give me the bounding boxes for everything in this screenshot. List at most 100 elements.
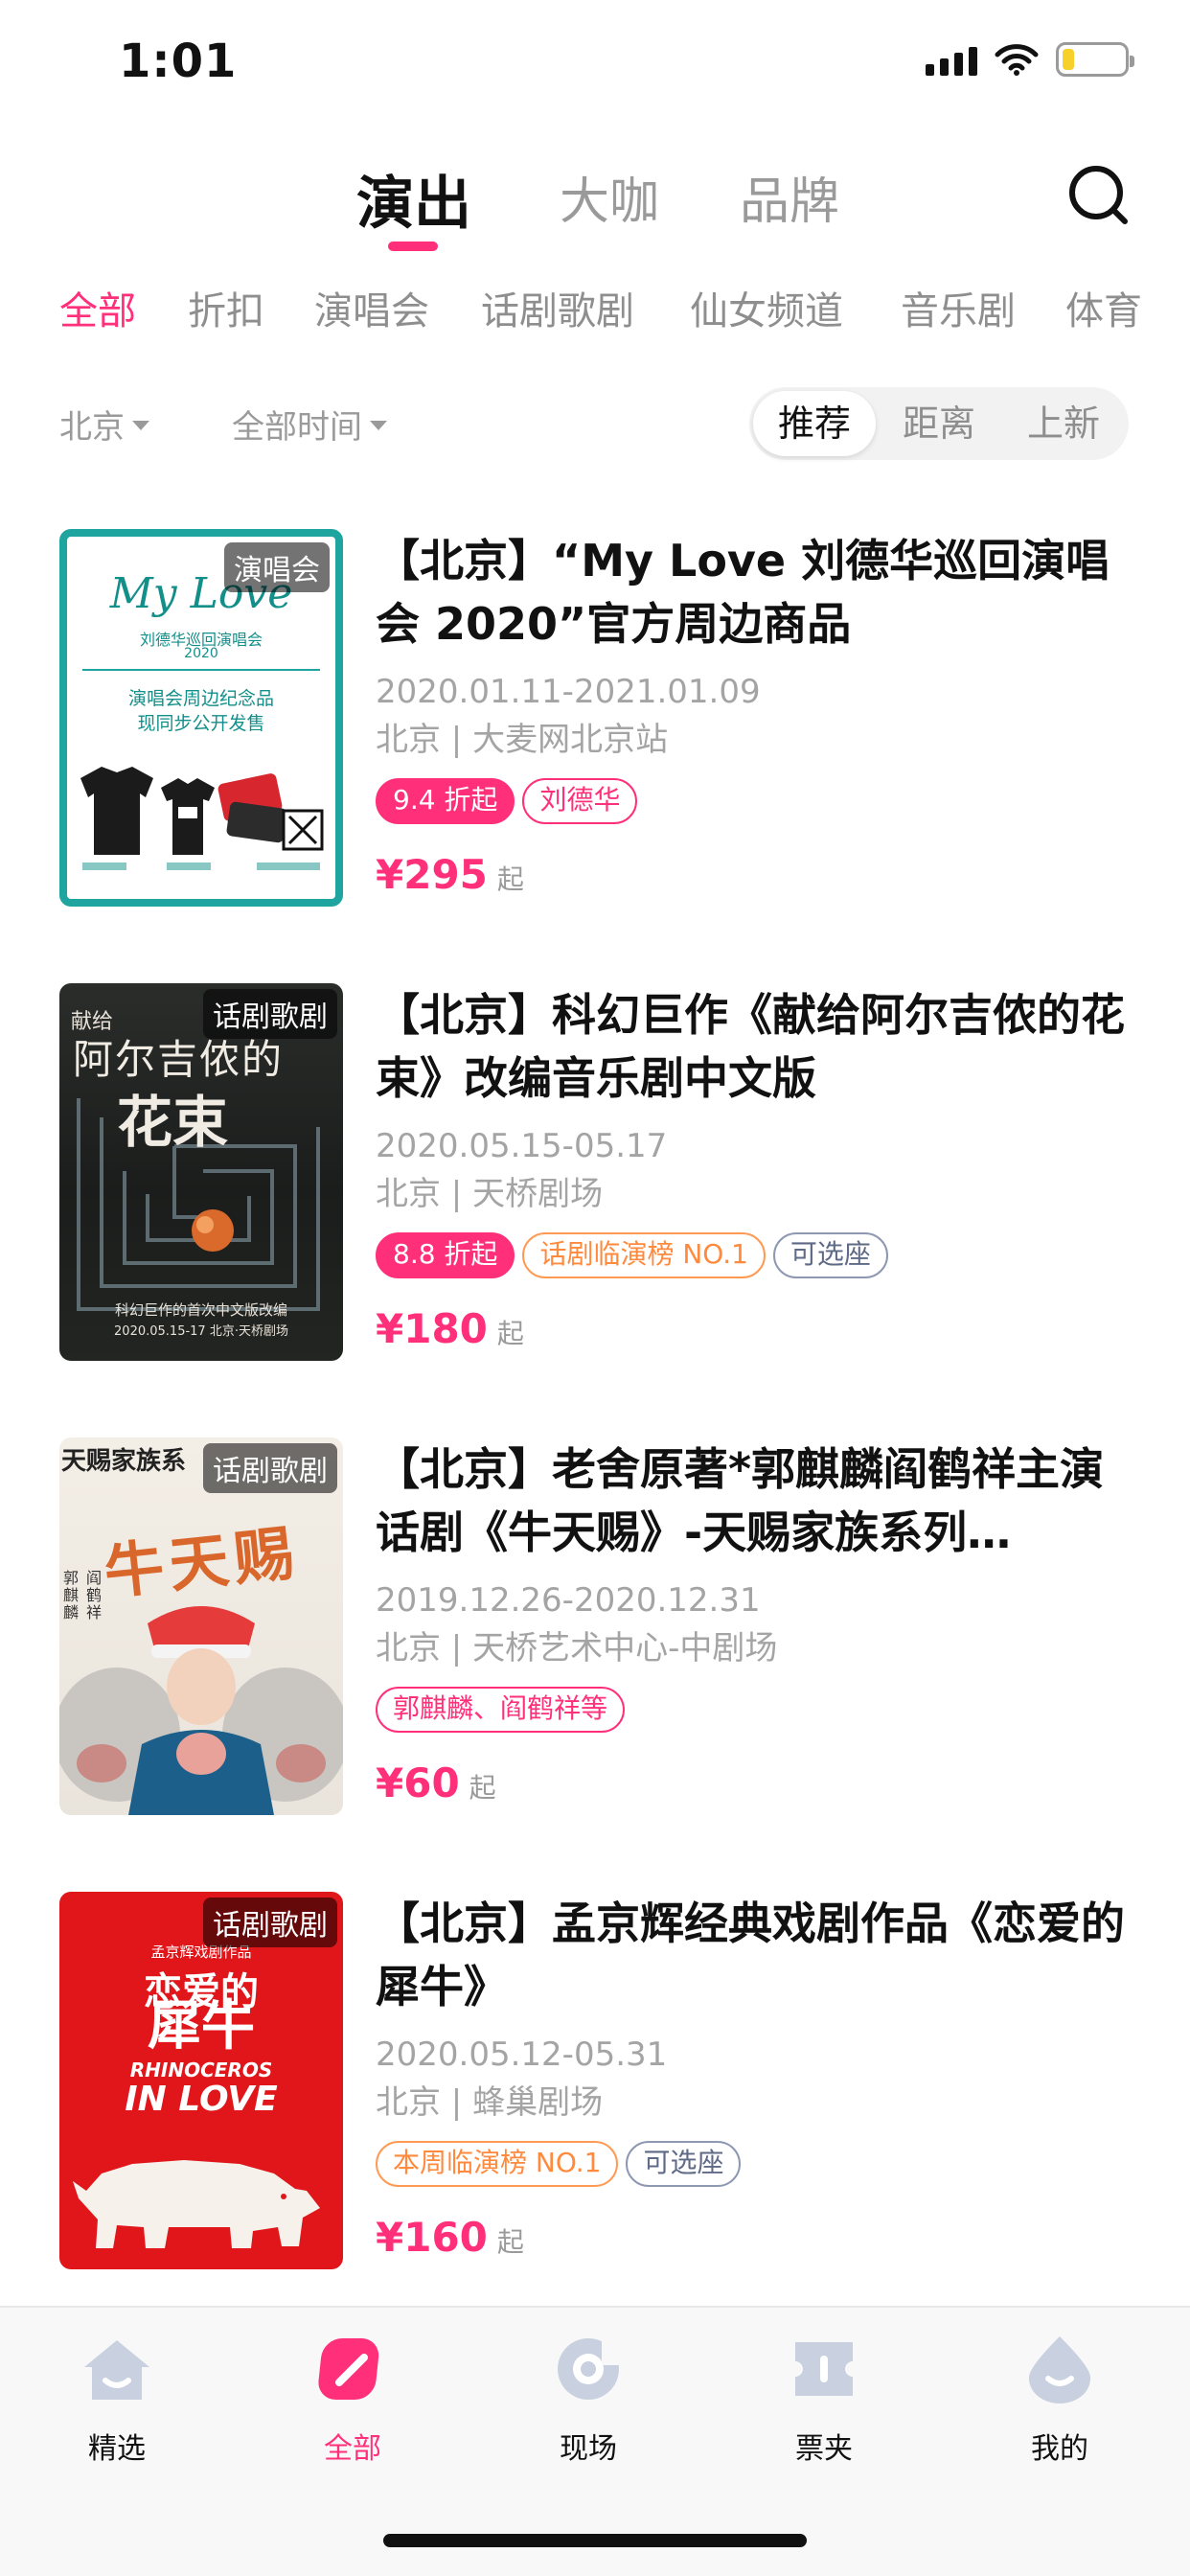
event-info: 【北京】老舍原著*郭麒麟阎鹤祥主演话剧《牛天赐》-天赐家族系列… 2019.12… (376, 1438, 1133, 1806)
price-unit: 起 (496, 1318, 524, 1349)
poster-category-tag: 话剧歌剧 (203, 1898, 337, 1947)
active-tab-indicator (388, 242, 438, 251)
event-card[interactable]: My Love 刘德华巡回演唱会 2020 演唱会周边纪念品 现同步公开发售 演… (59, 529, 1133, 912)
nav-label: 我的 (1031, 2432, 1088, 2466)
event-venue: 北京 | 天桥剧场 (376, 1175, 604, 1213)
city-filter-label: 北京 (59, 408, 125, 447)
event-card[interactable]: 天赐家族系 牛天赐 郭麒麟 阎鹤祥 话剧歌剧 【北京】老舍原著*郭麒麟阎鹤祥主演… (59, 1438, 1133, 1821)
nav-all[interactable]: 全部 (276, 2331, 429, 2467)
price-row: ¥295 起 (376, 851, 1133, 898)
chevron-down-icon (370, 420, 387, 430)
nav-label: 票夹 (795, 2432, 853, 2466)
poster-line: 天赐家族系 (61, 1447, 187, 1476)
time-filter-label: 全部时间 (232, 408, 362, 447)
signal-icon (926, 43, 977, 76)
event-title[interactable]: 【北京】老舍原著*郭麒麟阎鹤祥主演话剧《牛天赐》-天赐家族系列… (376, 1438, 1133, 1564)
discount-badge: 8.8 折起 (376, 1232, 515, 1278)
event-card[interactable]: 孟京辉戏剧作品 恋爱的 犀牛 RHINOCEROS IN LOVE 话剧歌剧 【… (59, 1892, 1133, 2275)
category-sports[interactable]: 体育 (1065, 280, 1142, 335)
event-date: 2020.05.15-05.17 (376, 1127, 668, 1165)
event-price: ¥295 (376, 851, 488, 898)
category-concert[interactable]: 演唱会 (314, 280, 429, 335)
time-filter[interactable]: 全部时间 (232, 401, 387, 448)
event-title[interactable]: 【北京】科幻巨作《献给阿尔吉侬的花束》改编音乐剧中文版 (376, 983, 1133, 1110)
sort-segmented-control: 推荐 距离 上新 (749, 387, 1129, 460)
poster-line: IN LOVE (125, 2080, 278, 2119)
event-info: 【北京】“My Love 刘德华巡回演唱会 2020”官方周边商品 2020.0… (376, 529, 1133, 898)
seat-selection-badge: 可选座 (626, 2141, 742, 2187)
artist-badge: 郭麒麟、阎鹤祥等 (376, 1687, 626, 1733)
event-venue: 北京 | 蜂巢剧场 (376, 2083, 604, 2122)
tab-stars[interactable]: 大咖 (560, 161, 659, 233)
event-title[interactable]: 【北京】孟京辉经典戏剧作品《恋爱的犀牛》 (376, 1892, 1133, 2018)
event-title[interactable]: 【北京】“My Love 刘德华巡回演唱会 2020”官方周边商品 (376, 529, 1133, 656)
event-poster: My Love 刘德华巡回演唱会 2020 演唱会周边纪念品 现同步公开发售 演… (59, 529, 343, 907)
price-row: ¥180 起 (376, 1305, 1133, 1352)
nav-profile[interactable]: 我的 (983, 2331, 1136, 2467)
poster-line: RHINOCEROS (129, 2058, 273, 2082)
event-info: 【北京】科幻巨作《献给阿尔吉侬的花束》改编音乐剧中文版 2020.05.15-0… (376, 983, 1133, 1352)
event-badges: 郭麒麟、阎鹤祥等 (376, 1687, 1133, 1735)
tab-performance[interactable]: 演出 (356, 157, 471, 241)
sort-recommended[interactable]: 推荐 (753, 391, 876, 456)
ranking-badge: 本周临演榜 NO.1 (376, 2141, 619, 2187)
price-unit: 起 (496, 863, 524, 895)
event-price: ¥180 (376, 1305, 488, 1352)
price-row: ¥60 起 (376, 1760, 1133, 1806)
nav-featured[interactable]: 精选 (40, 2331, 194, 2467)
status-icons (926, 42, 1134, 77)
event-card[interactable]: 献给 阿尔吉侬的 花束 科幻巨作的首次中文版改编 2020.05.15-17 北… (59, 983, 1133, 1367)
search-button[interactable] (1064, 161, 1133, 230)
sort-newest[interactable]: 上新 (1002, 391, 1125, 456)
artist-badge: 刘德华 (522, 778, 638, 824)
tab-brand[interactable]: 品牌 (740, 161, 839, 233)
live-icon (558, 2338, 623, 2400)
chevron-down-icon (132, 420, 149, 430)
sort-distance[interactable]: 距离 (878, 391, 1000, 456)
search-icon (1069, 166, 1128, 224)
battery-icon (1056, 42, 1134, 77)
poster-line: 2020.05.15-17 北京·天桥剧场 (114, 1324, 288, 1339)
poster-line: 现同步公开发售 (137, 713, 265, 734)
category-fairy-channel[interactable]: 仙女频道 (690, 280, 843, 335)
filter-row: 北京 全部时间 推荐 距离 上新 (0, 383, 1190, 464)
battery-level (1063, 49, 1075, 70)
city-filter[interactable]: 北京 (59, 401, 149, 448)
category-musical[interactable]: 音乐剧 (901, 280, 1016, 335)
poster-title: 花束 (117, 1090, 229, 1155)
category-all[interactable]: 全部 (59, 280, 136, 335)
event-venue: 北京 | 大麦网北京站 (376, 721, 669, 759)
event-poster: 献给 阿尔吉侬的 花束 科幻巨作的首次中文版改编 2020.05.15-17 北… (59, 983, 343, 1361)
profile-icon (1028, 2336, 1091, 2404)
category-drama-opera[interactable]: 话剧歌剧 (481, 280, 634, 335)
poster-category-tag: 演唱会 (224, 542, 330, 592)
poster-title: 犀牛 (148, 1995, 255, 2058)
poster-category-tag: 话剧歌剧 (203, 989, 337, 1039)
price-row: ¥160 起 (376, 2214, 1133, 2261)
nav-label: 全部 (324, 2432, 381, 2466)
event-poster: 天赐家族系 牛天赐 郭麒麟 阎鹤祥 话剧歌剧 (59, 1438, 343, 1815)
nav-ticket-wallet[interactable]: 票夹 (747, 2331, 901, 2467)
event-price: ¥60 (376, 1760, 460, 1806)
price-unit: 起 (469, 1772, 496, 1804)
seat-selection-badge: 可选座 (772, 1232, 888, 1278)
top-tabs: 演出 大咖 品牌 (0, 144, 1190, 259)
category-row: 全部 折扣 演唱会 话剧歌剧 仙女频道 音乐剧 体育 (0, 270, 1190, 347)
merchandise-illustration (80, 767, 324, 870)
nav-live[interactable]: 现场 (512, 2331, 665, 2467)
nav-label: 精选 (88, 2432, 146, 2466)
event-badges: 9.4 折起 刘德华 (376, 778, 1133, 826)
event-venue: 北京 | 天桥艺术中心-中剧场 (376, 1629, 778, 1668)
poster-category-tag: 话剧歌剧 (203, 1443, 337, 1493)
event-date: 2020.01.11-2021.01.09 (376, 673, 761, 711)
event-poster: 孟京辉戏剧作品 恋爱的 犀牛 RHINOCEROS IN LOVE 话剧歌剧 (59, 1892, 343, 2269)
home-icon (84, 2340, 149, 2400)
category-discount[interactable]: 折扣 (188, 280, 264, 335)
poster-line: 演唱会周边纪念品 (127, 688, 274, 709)
event-info: 【北京】孟京辉经典戏剧作品《恋爱的犀牛》 2020.05.12-05.31 北京… (376, 1892, 1133, 2261)
event-badges: 8.8 折起 话剧临演榜 NO.1 可选座 (376, 1232, 1133, 1280)
poster-divider (82, 669, 320, 671)
event-price: ¥160 (376, 2214, 488, 2261)
event-date: 2019.12.26-2020.12.31 (376, 1581, 761, 1620)
event-badges: 本周临演榜 NO.1 可选座 (376, 2141, 1133, 2189)
